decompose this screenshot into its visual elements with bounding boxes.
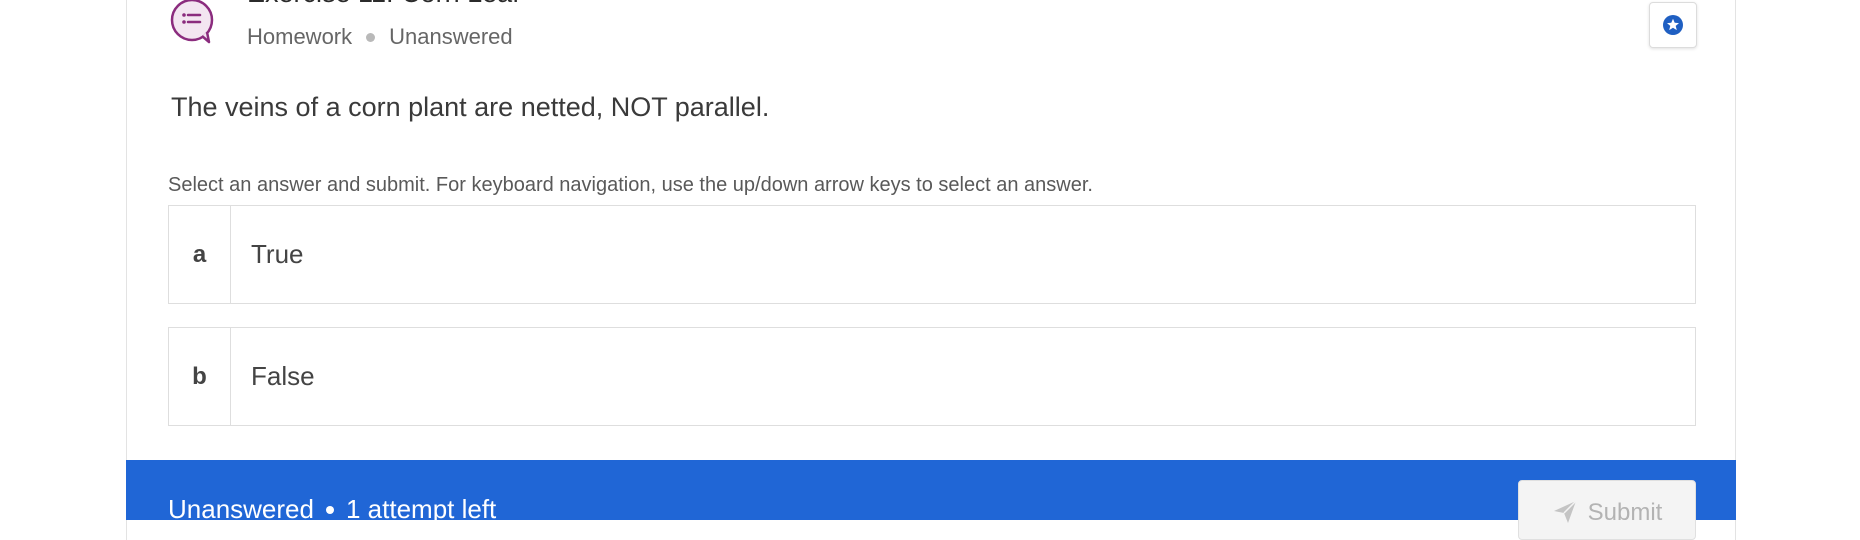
option-label: True	[251, 239, 304, 269]
send-icon	[1553, 500, 1577, 523]
option-label: False	[251, 361, 315, 391]
submission-footer: Unanswered 1 attempt left Submit	[126, 460, 1736, 540]
question-card: Exercise 11: Corn Leaf Homework Unanswer…	[126, 0, 1736, 540]
answer-status: Unanswered	[168, 494, 314, 524]
meta-separator-dot	[366, 32, 376, 42]
status-separator-dot	[325, 505, 334, 514]
star-badge-icon	[1663, 15, 1683, 35]
option-letter: b	[169, 328, 231, 425]
exercise-status: Unanswered	[389, 24, 513, 49]
question-type-icon	[170, 0, 214, 44]
answer-instructions: Select an answer and submit. For keyboar…	[168, 174, 1093, 196]
question-prompt: The veins of a corn plant are netted, NO…	[171, 92, 770, 122]
submit-label: Submit	[1587, 499, 1663, 526]
answer-option-a[interactable]: a True	[168, 205, 1696, 304]
option-letter: a	[169, 206, 231, 303]
exercise-type: Homework	[247, 24, 353, 49]
exercise-title: Exercise 11: Corn Leaf	[247, 0, 520, 10]
answer-option-b[interactable]: b False	[168, 327, 1696, 426]
exercise-meta: Homework Unanswered	[247, 24, 513, 50]
attempts-left: 1 attempt left	[345, 494, 497, 524]
bookmark-button[interactable]	[1649, 2, 1697, 48]
submit-button[interactable]: Submit	[1518, 480, 1696, 540]
footer-status: Unanswered 1 attempt left	[168, 494, 496, 525]
